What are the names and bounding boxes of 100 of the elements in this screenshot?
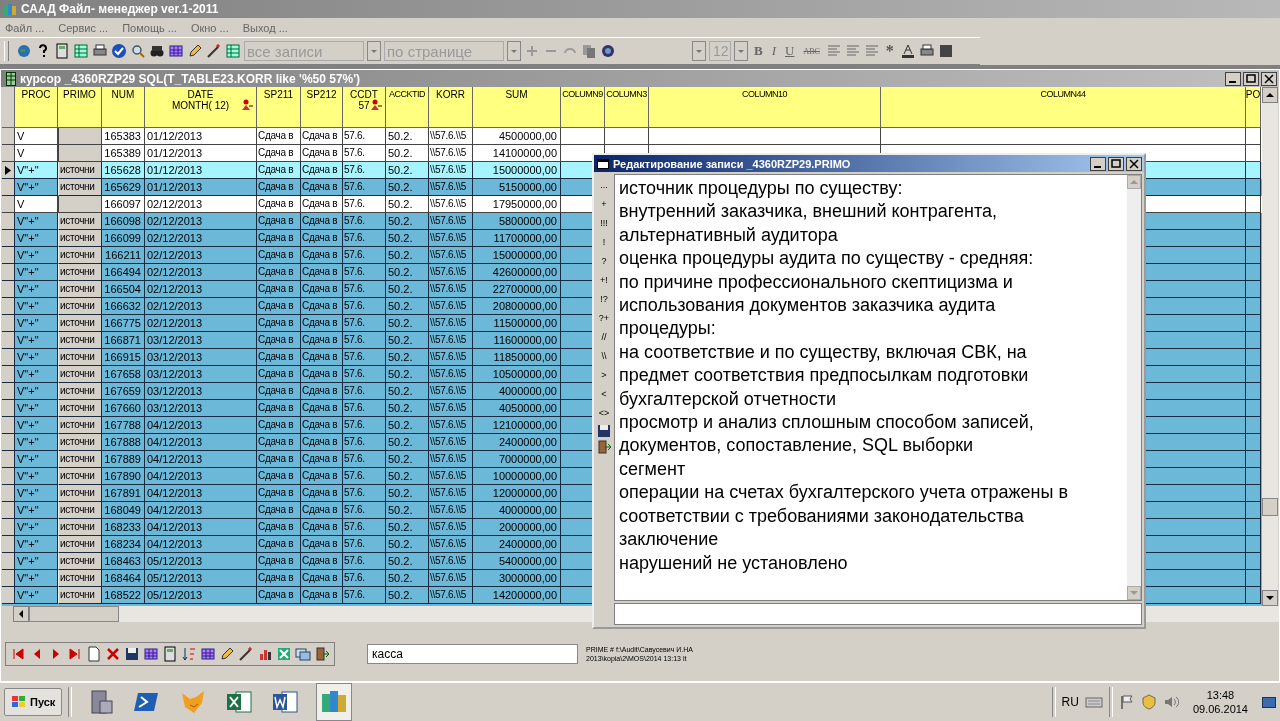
table-cell: 166097 (104, 198, 141, 210)
table-cell: 50.2. (388, 436, 413, 448)
table-cell: Сдача в (258, 385, 294, 396)
table-cell: 57.6. (344, 589, 365, 600)
table-cell: 57.6. (344, 470, 365, 481)
table-cell: 03/12/2013 (147, 368, 203, 380)
table-cell: 04/12/2013 (147, 419, 203, 431)
table-cell: 20800000,00 (492, 300, 557, 312)
table-cell: 57.6. (344, 198, 365, 209)
table-cell: Сдача в (302, 266, 338, 277)
table-cell: 04/12/2013 (147, 487, 203, 499)
table-cell: Сдача в (258, 419, 294, 430)
table-cell: 57.6. (344, 487, 365, 498)
table-cell: 01/12/2013 (147, 130, 203, 142)
table-cell: Сдача в (258, 317, 294, 328)
table-cell: 05/12/2013 (147, 589, 203, 601)
table-cell: Сдача в (258, 572, 294, 583)
table-cell: 10000000,00 (492, 470, 557, 482)
table-cell: 11850000,00 (493, 351, 557, 363)
table-cell: Сдача в (302, 232, 338, 243)
column-subheader: 57 (358, 100, 370, 111)
table-cell: V"+" (17, 215, 39, 227)
table-cell: V (17, 130, 25, 142)
table-cell: Сдача в (258, 555, 294, 566)
table-cell: 57.6. (344, 130, 365, 141)
table-cell: Сдача в (258, 232, 294, 243)
table-cell: 57.6. (344, 555, 365, 566)
table-cell: 7000000,00 (498, 453, 557, 465)
table-cell: 5800000,00 (498, 215, 557, 227)
table-cell: 57.6. (344, 266, 365, 277)
table-cell: Сдача в (302, 334, 338, 345)
table-cell: 50.2. (388, 232, 413, 244)
table-cell: Сдача в (258, 130, 294, 141)
table-cell: 42600000,00 (492, 266, 557, 278)
table-cell: 22700000,00 (492, 283, 557, 295)
editor-text-line: предмет соответствия предпосылкам подготовки (619, 364, 1030, 388)
table-cell: 57.6. (344, 351, 365, 362)
editor-text-line: внутренний заказчика, внешний контрагента, (619, 200, 998, 224)
table-cell: Сдача в (302, 198, 338, 209)
table-cell: Сдача в (302, 436, 338, 447)
table-cell: Сдача в (302, 385, 338, 396)
table-cell: \\57.6.\\5 (430, 317, 466, 328)
table-cell: 57.6. (344, 453, 365, 464)
table-cell: V"+" (17, 181, 39, 193)
table-cell: Сдача в (258, 283, 294, 294)
table-cell: 50.2. (388, 283, 413, 295)
table-cell: \\57.6.\\5 (430, 249, 466, 260)
table-cell: 57.6. (344, 317, 365, 328)
table-cell: источни (58, 247, 102, 264)
table-cell: 03/12/2013 (147, 402, 203, 414)
table-cell: \\57.6.\\5 (430, 521, 466, 532)
table-cell: Сдача в (258, 181, 294, 192)
table-cell: 02/12/2013 (147, 317, 203, 329)
table-cell: источни (58, 570, 102, 587)
table-cell: 11600000,00 (493, 334, 557, 346)
table-cell: 168463 (104, 555, 141, 567)
table-cell: 02/12/2013 (147, 215, 203, 227)
table-cell: 167891 (104, 487, 141, 499)
table-cell: 57.6. (344, 521, 365, 532)
table-cell: \\57.6.\\5 (430, 589, 466, 600)
table-cell: \\57.6.\\5 (430, 538, 466, 549)
table-cell: 04/12/2013 (147, 436, 203, 448)
column-subheader: MONTH( 12) (171, 100, 230, 111)
table-cell: источни (58, 417, 102, 434)
table-cell: V"+" (17, 487, 39, 499)
table-cell: 50.2. (388, 334, 413, 346)
table-cell: 167658 (104, 368, 141, 380)
table-cell: Сдача в (258, 266, 294, 277)
table-cell: 166504 (104, 283, 141, 295)
table-cell: 50.2. (388, 589, 413, 601)
table-cell: Сдача в (258, 198, 294, 209)
table-cell: 02/12/2013 (147, 283, 203, 295)
table-cell: Сдача в (258, 538, 294, 549)
table-cell: источни (58, 281, 102, 298)
table-cell: 166915 (104, 351, 141, 363)
table-cell: V"+" (17, 521, 39, 533)
table-cell: 03/12/2013 (147, 351, 203, 363)
table-cell: 50.2. (388, 164, 413, 176)
table-cell: 50.2. (388, 538, 413, 550)
table-cell: источни (58, 485, 102, 502)
table-cell: \\57.6.\\5 (430, 300, 466, 311)
table-cell: 166871 (104, 334, 141, 346)
table-cell: 166099 (104, 232, 141, 244)
table-cell: 57.6. (344, 572, 365, 583)
table-cell: Сдача в (302, 419, 338, 430)
table-cell: 50.2. (388, 504, 413, 516)
table-cell: 05/12/2013 (147, 555, 203, 567)
table-cell: 4500000,00 (498, 130, 557, 142)
table-cell: \\57.6.\\5 (430, 266, 466, 277)
table-cell: V"+" (17, 317, 39, 329)
table-cell: Сдача в (302, 130, 338, 141)
table-cell: 2400000,00 (498, 538, 557, 550)
table-cell: источни (58, 315, 102, 332)
table-cell: 4000000,00 (498, 504, 557, 516)
table-cell: 02/12/2013 (147, 266, 203, 278)
table-cell: V"+" (17, 538, 39, 550)
table-cell: источни (58, 434, 102, 451)
table-cell: V"+" (17, 504, 39, 516)
table-cell: V"+" (17, 453, 39, 465)
table-cell: 4050000,00 (498, 402, 557, 414)
